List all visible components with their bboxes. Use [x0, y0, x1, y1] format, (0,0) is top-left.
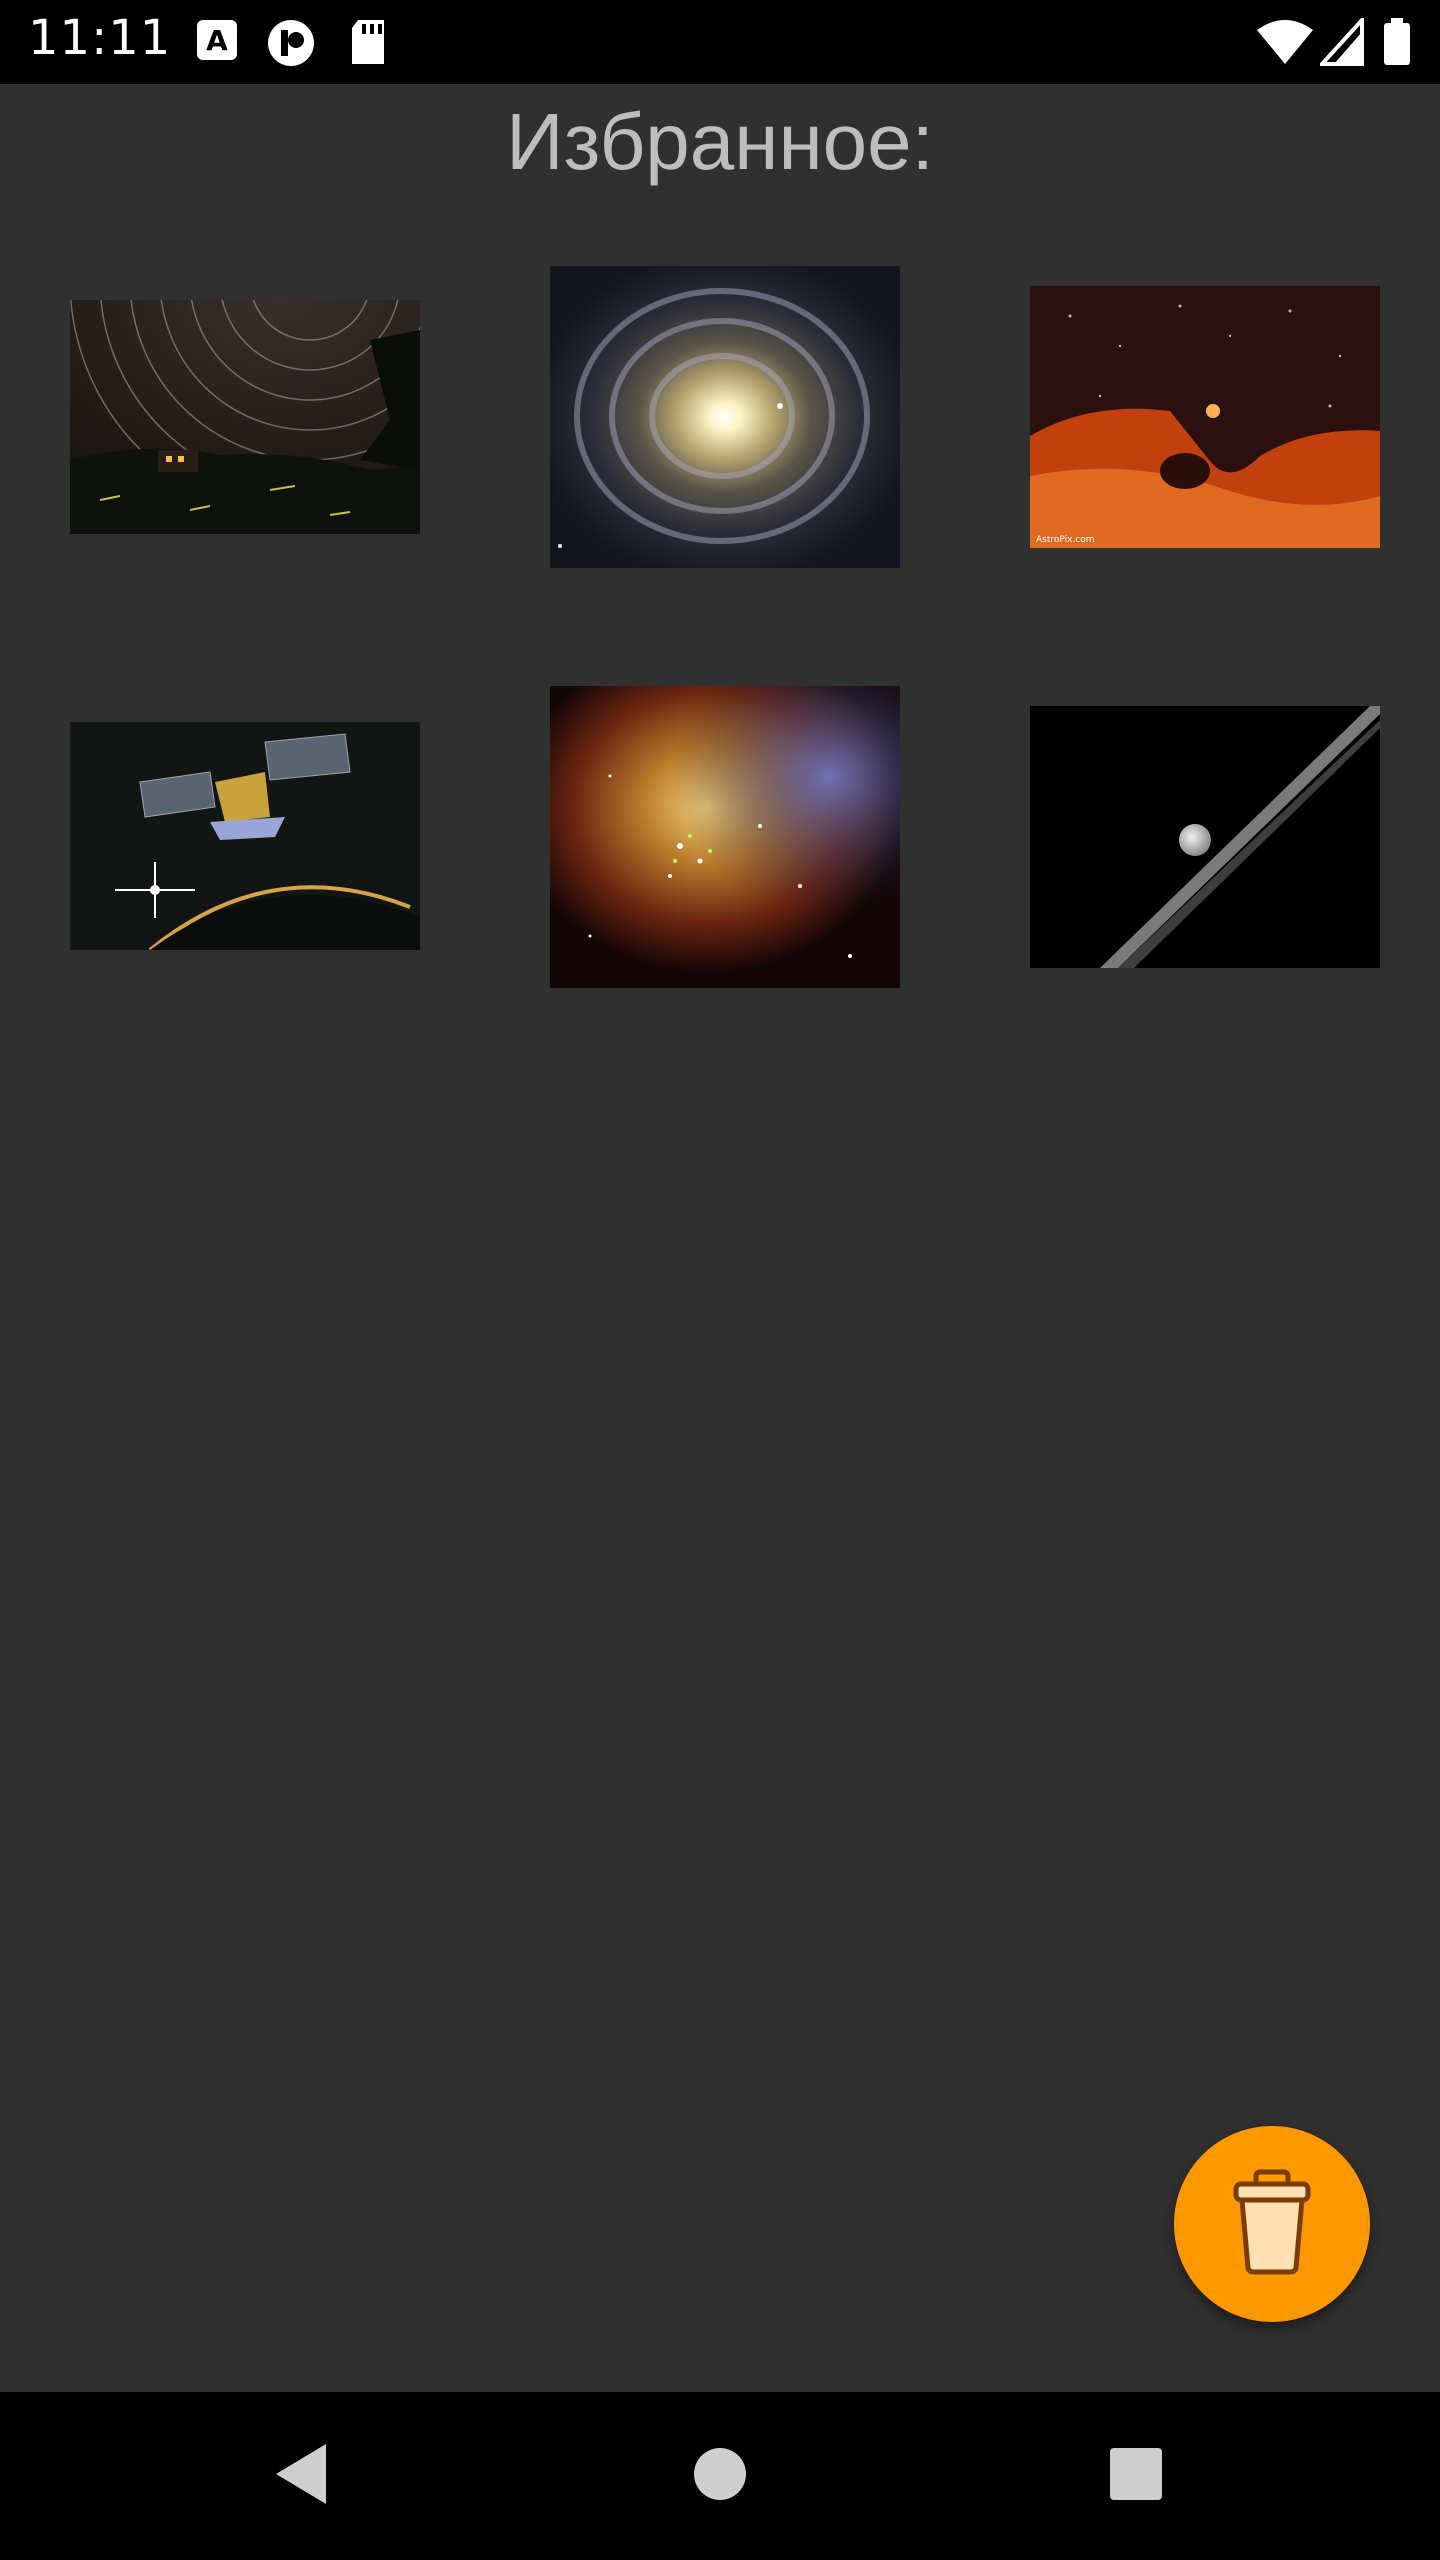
trash-icon [1230, 2168, 1314, 2280]
sd-card-icon [348, 18, 388, 70]
svg-text:AstroPix.com: AstroPix.com [1036, 535, 1095, 545]
favorite-image-red-rock-night[interactable]: AstroPix.com [1030, 286, 1380, 548]
back-icon[interactable] [270, 2434, 334, 2518]
favorite-image-saturn-ring-moon[interactable] [1030, 706, 1380, 968]
status-bar: 11:11 A [0, 0, 1440, 84]
circle-p-icon [266, 18, 316, 72]
favorite-image-spiral-galaxy[interactable] [550, 266, 900, 568]
home-icon[interactable] [690, 2434, 750, 2518]
wifi-icon [1255, 18, 1315, 70]
favorite-image-spacecraft[interactable] [70, 722, 420, 950]
delete-favorites-button[interactable] [1174, 2126, 1370, 2322]
page-title: Избранное: [506, 97, 934, 186]
navigation-bar [0, 2392, 1440, 2560]
favorite-image-nebula[interactable] [550, 686, 900, 988]
battery-icon [1382, 18, 1412, 70]
svg-text:A: A [206, 24, 228, 57]
font-a-icon: A [195, 18, 239, 66]
status-time: 11:11 [28, 10, 172, 66]
signal-icon [1317, 14, 1364, 70]
favorite-image-star-trails[interactable] [70, 300, 420, 534]
recents-icon[interactable] [1108, 2434, 1164, 2518]
